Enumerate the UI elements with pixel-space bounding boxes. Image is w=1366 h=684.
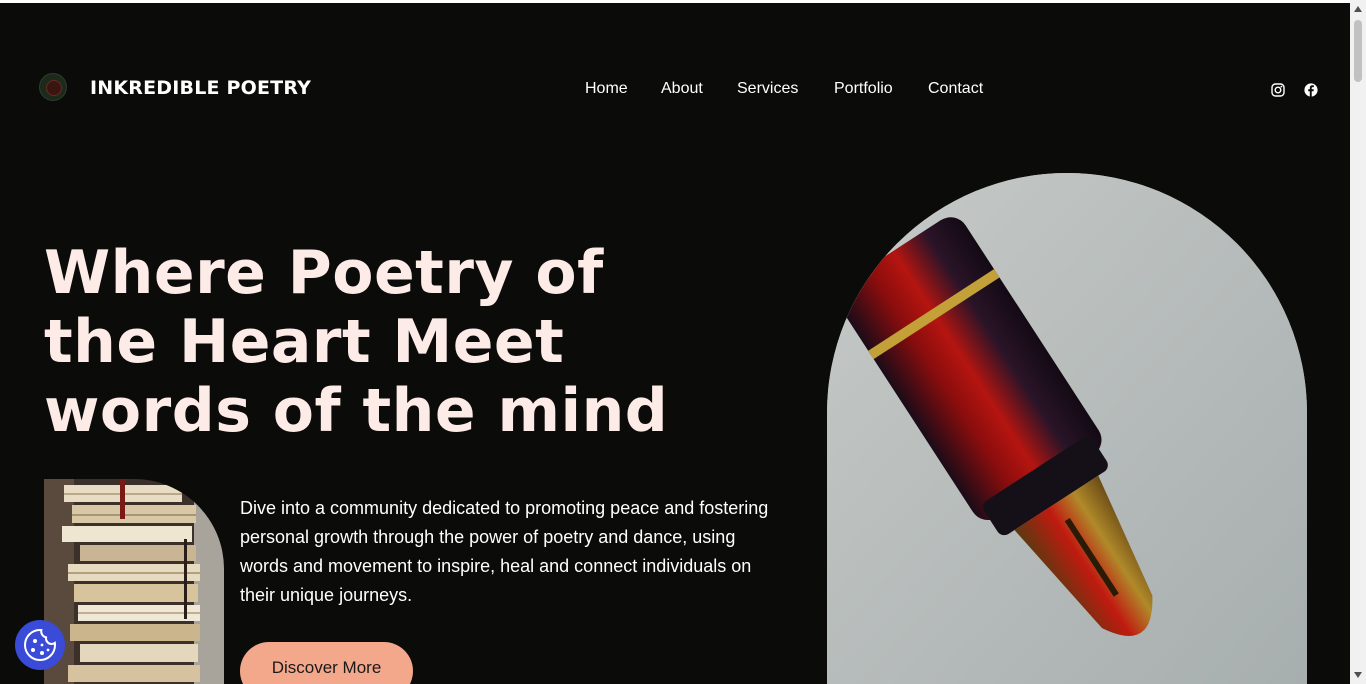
scroll-up-arrow-icon[interactable]: [1354, 6, 1362, 12]
vertical-scrollbar[interactable]: [1350, 0, 1366, 684]
hero-title-line-1: Where Poetry of: [44, 238, 604, 308]
scroll-down-arrow-icon[interactable]: [1354, 672, 1362, 678]
discover-more-button[interactable]: Discover More: [240, 642, 413, 684]
brand-name[interactable]: INKREDIBLE POETRY: [90, 77, 311, 99]
instagram-icon[interactable]: [1271, 83, 1285, 97]
logo-icon[interactable]: [39, 73, 67, 101]
scrollbar-thumb[interactable]: [1354, 20, 1362, 82]
hero-title-line-2: the Heart Meet: [44, 307, 565, 377]
nav-about[interactable]: About: [661, 80, 703, 98]
stacked-books-photo: [44, 479, 224, 684]
nav-services[interactable]: Services: [737, 80, 798, 98]
hero-title: Where Poetry of the Heart Meet words of …: [44, 239, 668, 446]
nav-contact[interactable]: Contact: [928, 80, 983, 98]
hero-description: Dive into a community dedicated to promo…: [240, 498, 769, 605]
nav-portfolio[interactable]: Portfolio: [834, 80, 893, 98]
facebook-icon[interactable]: [1304, 83, 1318, 97]
nav-home[interactable]: Home: [585, 80, 628, 98]
hero-title-line-3: words of the mind: [44, 376, 669, 446]
cookie-icon: [23, 628, 57, 662]
fountain-pen-photo: [827, 173, 1307, 684]
page: INKREDIBLE POETRY Home About Services Po…: [0, 3, 1350, 684]
cookie-settings-button[interactable]: [15, 620, 65, 670]
